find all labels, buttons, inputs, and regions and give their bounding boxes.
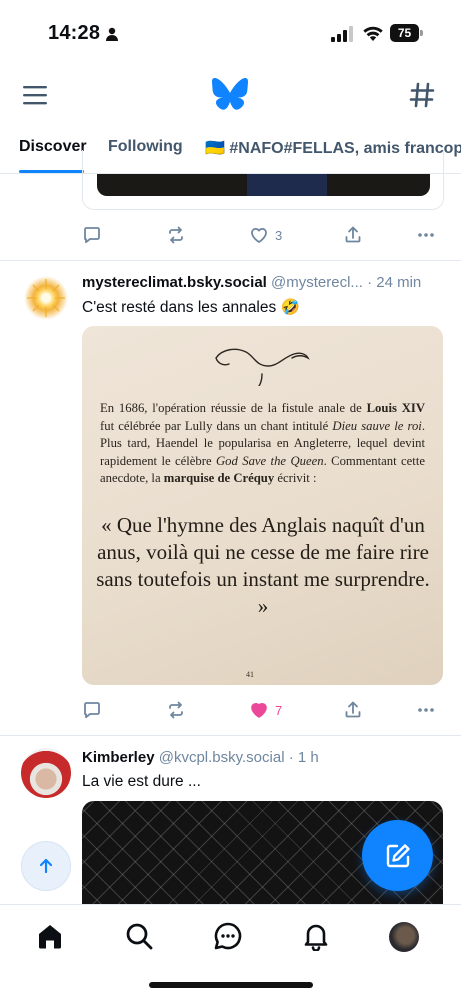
repost-icon [169,226,183,244]
post-time[interactable]: 24 min [376,274,421,291]
repost-button[interactable] [166,223,186,247]
share-icon [345,701,361,718]
more-horizontal-icon [418,233,434,237]
book-paragraph: En 1686, l'opération réussie de la fistu… [100,400,425,488]
status-bar: 14:28 75 [0,0,461,66]
scroll-to-top-button[interactable] [21,841,71,891]
post-header: Kimberley @kvcpl.bsky.social · 1 h [82,749,447,766]
book-quote: « Que l'hymne des Anglais naquît d'un an… [96,513,430,618]
book-paragraph-text: En 1686, l'opération réussie de la fistu… [100,401,367,415]
like-count: 7 [275,702,283,718]
post-divider [0,735,461,736]
arrow-up-icon [39,858,53,874]
app-header [0,66,461,126]
post-image[interactable]: En 1686, l'opération réussie de la fistu… [82,326,443,685]
book-paragraph-italic: God Save the Queen [216,453,324,468]
share-button[interactable] [343,698,363,722]
author-name[interactable]: mystereclimat.bsky.social [82,274,267,291]
post-text: La vie est dure ... [82,773,201,790]
separator-dot: · [288,749,294,766]
share-icon [345,226,361,243]
cellular-signal-icon [331,26,353,42]
chat-icon[interactable] [213,921,243,951]
reply-icon [84,227,100,244]
avatar[interactable] [21,748,71,798]
status-time: 14:28 [48,22,101,44]
tab-discover[interactable]: Discover [19,138,87,156]
flourish-ornament-icon [215,348,310,386]
book-paragraph-text: écrivit : [274,471,317,485]
post-divider [0,260,461,261]
prev-post-actions: 3 [82,223,442,247]
home-indicator [149,982,313,988]
book-paragraph-italic: Dieu sauve le roi [332,418,422,433]
separator-dot: · [367,274,373,291]
bell-icon[interactable] [301,921,331,951]
post-header: mystereclimat.bsky.social @mysterecl... … [82,274,447,291]
like-count: 3 [275,227,283,243]
share-button[interactable] [343,223,363,247]
like-button[interactable]: 7 [249,698,282,722]
battery-level: 75 [390,24,419,42]
person-icon [106,27,118,41]
reply-button[interactable] [82,223,102,247]
reply-icon [84,702,100,719]
home-icon[interactable] [35,921,65,951]
book-paragraph-text: fut célébrée par Lully dans un chant int… [100,418,333,433]
profile-avatar[interactable] [389,922,419,952]
heart-filled-icon [251,703,267,718]
book-paragraph-bold: Louis XIV [366,401,425,415]
post-text: C'est resté dans les annales 🤣 [82,299,300,316]
reply-button[interactable] [82,698,102,722]
author-handle[interactable]: @kvcpl.bsky.social [159,749,285,766]
menu-icon[interactable] [23,84,47,106]
book-page-number: 41 [246,670,254,679]
author-name[interactable]: Kimberley [82,749,155,766]
wifi-icon [363,26,383,41]
embedded-media-image[interactable] [97,174,430,196]
sun-burst-icon [27,279,65,317]
compose-pencil-icon [386,843,410,867]
author-handle[interactable]: @mysterecl... [271,274,363,291]
more-options-button[interactable] [416,223,436,247]
repost-button[interactable] [166,698,186,722]
post-actions: 7 [82,698,442,722]
book-paragraph-bold: marquise de Créquy [163,471,275,485]
heart-outline-icon [251,227,267,243]
like-button[interactable]: 3 [249,223,282,247]
active-tab-indicator [19,170,84,173]
hash-icon[interactable] [409,82,435,108]
battery-indicator: 75 [390,24,423,42]
avatar[interactable] [21,273,71,323]
search-icon[interactable] [124,921,154,951]
butterfly-logo-icon[interactable] [212,78,248,110]
more-options-button[interactable] [416,698,436,722]
battery-tip [420,30,423,36]
more-horizontal-icon [418,708,434,712]
repost-icon [169,701,183,719]
post-time[interactable]: 1 h [298,749,319,766]
embedded-media-card[interactable] [82,150,444,210]
compose-button[interactable] [362,820,433,891]
